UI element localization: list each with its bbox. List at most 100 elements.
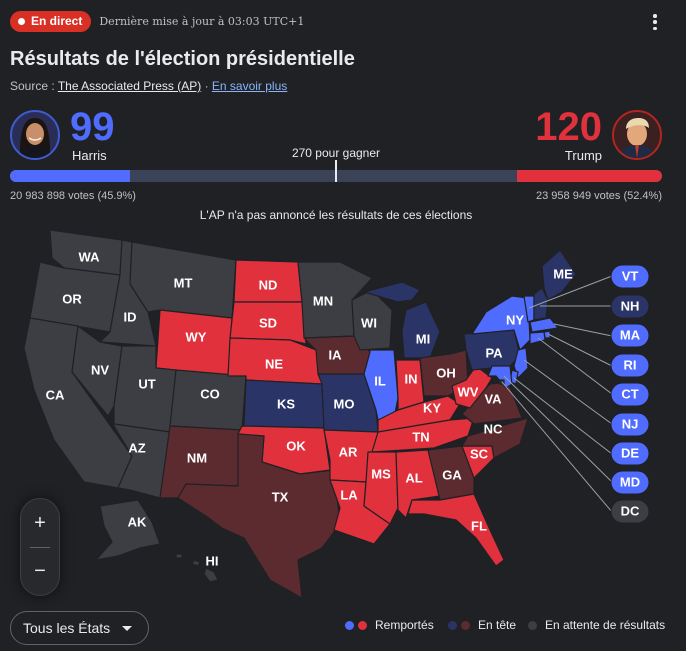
source-line: Source : The Associated Press (AP) · En … <box>10 79 287 93</box>
pill-MA[interactable]: MA <box>610 323 650 348</box>
label-OR: OR <box>62 291 82 306</box>
label-TN: TN <box>412 429 429 444</box>
label-CA: CA <box>46 387 65 402</box>
label-MS: MS <box>371 466 391 481</box>
svg-text:MA: MA <box>620 327 641 342</box>
label-NM: NM <box>187 450 207 465</box>
label-KY: KY <box>423 400 441 415</box>
svg-text:CT: CT <box>621 386 638 401</box>
svg-text:RI: RI <box>624 357 637 372</box>
state-AK[interactable] <box>95 499 161 561</box>
pill-DE[interactable]: DE <box>610 441 650 466</box>
trump-popular-votes: 23 958 949 votes (52.4%) <box>536 190 662 202</box>
label-WI: WI <box>361 315 377 330</box>
legend-pending-dot <box>528 620 537 630</box>
label-ME: ME <box>553 266 573 281</box>
label-OH: OH <box>436 365 456 380</box>
pill-DC[interactable]: DC <box>610 499 650 524</box>
minus-icon[interactable]: − <box>21 547 59 595</box>
harris-progress-fill <box>10 170 130 182</box>
pill-MD[interactable]: MD <box>610 470 650 495</box>
pill-NJ[interactable]: NJ <box>610 412 650 437</box>
label-ND: ND <box>259 277 278 292</box>
svg-text:NH: NH <box>621 298 640 313</box>
learn-more-link[interactable]: En savoir plus <box>212 79 287 93</box>
label-IA: IA <box>329 347 343 362</box>
zoom-control: + − <box>20 498 60 596</box>
label-PA: PA <box>485 345 503 360</box>
legend-lead: En tête <box>448 618 516 632</box>
label-NY: NY <box>506 312 524 327</box>
legend-lead-label: En tête <box>478 618 517 632</box>
label-KS: KS <box>277 396 295 411</box>
state-FL[interactable] <box>407 493 505 567</box>
legend-dem-lead-dot <box>448 620 457 630</box>
harris-popular-votes: 20 983 898 votes (45.9%) <box>10 190 136 202</box>
legend-won: Remportés <box>345 618 434 632</box>
legend-rep-lead-dot <box>461 620 470 630</box>
label-SC: SC <box>470 446 489 461</box>
legend-pending-label: En attente de résultats <box>545 618 666 632</box>
live-badge: En direct <box>10 10 92 32</box>
more-vert-icon[interactable] <box>652 14 658 30</box>
svg-text:NJ: NJ <box>622 416 639 431</box>
svg-text:MD: MD <box>620 474 640 489</box>
pill-RI[interactable]: RI <box>610 353 650 378</box>
legend-rep-won-dot <box>358 620 367 630</box>
win-threshold-marker <box>335 160 337 182</box>
pill-NH[interactable]: NH <box>610 294 650 319</box>
label-CO: CO <box>200 386 220 401</box>
label-AR: AR <box>339 444 358 459</box>
label-WY: WY <box>186 329 207 344</box>
us-election-map[interactable]: WA OR CA ID NV MT WY UT AZ CO NM ND SD N… <box>0 222 686 602</box>
svg-text:DC: DC <box>621 503 640 518</box>
trump-progress-fill <box>516 170 662 182</box>
label-FL: FL <box>471 518 487 533</box>
label-WA: WA <box>79 249 101 264</box>
label-NE: NE <box>265 356 283 371</box>
label-GA: GA <box>442 467 462 482</box>
legend-won-label: Remportés <box>375 618 434 632</box>
label-ID: ID <box>124 309 137 324</box>
label-IL: IL <box>374 373 386 388</box>
to-win-label: 270 pour gagner <box>291 146 381 160</box>
pill-CT[interactable]: CT <box>610 382 650 407</box>
page-title: Résultats de l'élection présidentielle <box>10 48 355 70</box>
ap-note: L'AP n'a pas annoncé les résultats de ce… <box>199 208 473 222</box>
source-separator: · <box>204 79 209 93</box>
trump-electoral-votes: 120 <box>535 105 602 149</box>
top-bar: En direct Dernière mise à jour à 03:03 U… <box>10 10 304 32</box>
label-AL: AL <box>405 470 422 485</box>
state-filter-value: Tous les États <box>23 620 111 636</box>
harris-electoral-votes: 99 <box>70 105 115 149</box>
svg-text:DE: DE <box>621 445 639 460</box>
label-VA: VA <box>484 391 502 406</box>
svg-text:VT: VT <box>622 268 639 283</box>
caret-down-icon <box>122 626 132 631</box>
source-prefix: Source : <box>10 79 55 93</box>
small-state-pills: VT NH MA RI CT NJ DE MD DC <box>610 264 650 524</box>
label-UT: UT <box>138 376 155 391</box>
label-NC: NC <box>484 421 503 436</box>
label-AZ: AZ <box>128 440 145 455</box>
label-NV: NV <box>91 362 109 377</box>
legend-dem-won-dot <box>345 620 354 630</box>
label-SD: SD <box>259 315 277 330</box>
live-dot-icon <box>18 17 25 25</box>
label-OK: OK <box>286 438 306 453</box>
label-WV: WV <box>458 384 479 399</box>
label-AK: AK <box>128 514 147 529</box>
plus-icon[interactable]: + <box>21 499 59 547</box>
label-MT: MT <box>174 275 193 290</box>
label-TX: TX <box>272 489 289 504</box>
label-MO: MO <box>334 396 355 411</box>
label-LA: LA <box>340 487 358 502</box>
live-label: En direct <box>31 14 83 28</box>
pill-VT[interactable]: VT <box>610 264 650 289</box>
label-IN: IN <box>405 371 418 386</box>
last-update-text: Dernière mise à jour à 03:03 UTC+1 <box>99 14 305 28</box>
source-link[interactable]: The Associated Press (AP) <box>58 79 201 93</box>
legend-pending: En attente de résultats <box>528 618 665 632</box>
label-MN: MN <box>313 293 333 308</box>
state-filter-dropdown[interactable]: Tous les États <box>10 611 149 645</box>
